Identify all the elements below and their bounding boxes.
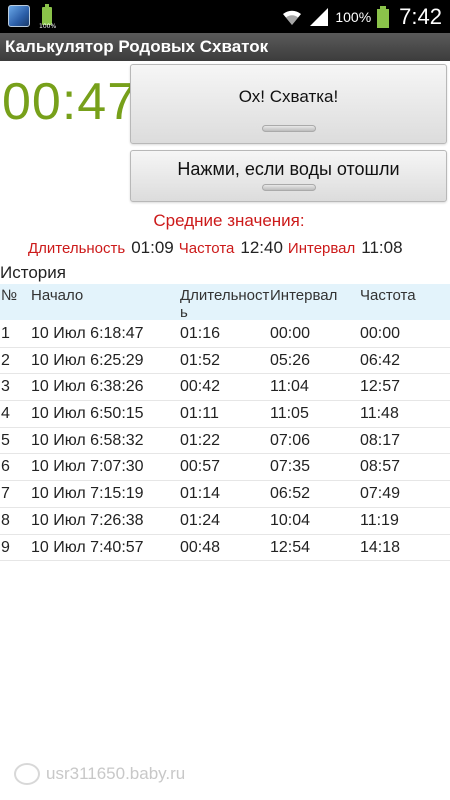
averages-row: Длительность 01:09 Частота 12:40 Интервал 11:… (28, 238, 408, 258)
row-number: 4 (1, 405, 10, 423)
row-start: 10 Июл 7:40:57 (31, 538, 144, 556)
row-frequency: 06:42 (360, 351, 401, 369)
row-frequency: 07:49 (360, 485, 401, 503)
row-start: 10 Июл 7:15:19 (31, 485, 144, 503)
row-frequency: 08:57 (360, 458, 401, 476)
row-number: 9 (1, 538, 10, 556)
signal-icon (310, 7, 329, 26)
battery-notification-label: 100% (39, 23, 57, 30)
row-duration: 01:52 (180, 351, 221, 369)
avg-interval-label: Интервал (287, 240, 356, 257)
watermark: usr311650.baby.ru (14, 763, 185, 785)
table-row[interactable]: 2 10 Июл 6:25:29 01:52 05:26 06:42 (0, 348, 450, 375)
column-header-number: № (1, 287, 18, 304)
table-row[interactable]: 8 10 Июл 7:26:38 01:24 10:04 11:19 (0, 508, 450, 535)
row-interval: 12:54 (270, 538, 311, 556)
averages-title: Средние значения: (153, 211, 305, 230)
table-row[interactable]: 7 10 Июл 7:15:19 01:14 06:52 07:49 (0, 481, 450, 508)
row-duration: 00:48 (180, 538, 221, 556)
row-frequency: 08:17 (360, 431, 401, 449)
row-number: 3 (1, 378, 10, 396)
row-start: 10 Июл 7:26:38 (31, 511, 144, 529)
contraction-timer: 00:47 (2, 73, 138, 131)
column-header-duration: Длительность (180, 287, 270, 321)
status-right: 100% 7:42 (281, 0, 442, 33)
avg-frequency-value: 12:40 (240, 238, 283, 257)
column-header-frequency: Частота (360, 287, 416, 304)
contraction-button-label: Ох! Схватка! (238, 87, 339, 106)
app-title-bar: Калькулятор Родовых Схваток (0, 33, 450, 61)
table-row[interactable]: 9 10 Июл 7:40:57 00:48 12:54 14:18 (0, 535, 450, 562)
row-interval: 11:04 (270, 378, 309, 396)
row-interval: 07:35 (270, 458, 311, 476)
row-interval: 05:26 (270, 351, 311, 369)
app-title: Калькулятор Родовых Схваток (5, 37, 269, 56)
table-row[interactable]: 4 10 Июл 6:50:15 01:11 11:05 11:48 (0, 401, 450, 428)
table-row[interactable]: 1 10 Июл 6:18:47 01:16 00:00 00:00 (0, 321, 450, 348)
avg-interval-value: 11:08 (361, 238, 403, 257)
row-frequency: 11:48 (360, 405, 399, 423)
row-duration: 01:24 (180, 511, 221, 529)
table-row[interactable]: 3 10 Июл 6:38:26 00:42 11:04 12:57 (0, 374, 450, 402)
row-interval: 11:05 (270, 405, 309, 423)
battery-notification-icon: 100% (39, 4, 57, 30)
avg-duration-label: Длительность (28, 240, 126, 257)
row-duration: 01:11 (180, 405, 219, 423)
row-duration: 00:42 (180, 378, 221, 396)
row-interval: 06:52 (270, 485, 311, 503)
table-row[interactable]: 5 10 Июл 6:58:32 01:22 07:06 08:17 (0, 428, 450, 455)
row-start: 10 Июл 6:38:26 (31, 378, 144, 396)
row-frequency: 00:00 (360, 325, 401, 342)
row-duration: 01:22 (180, 431, 221, 449)
waters-broke-button-indicator (261, 184, 316, 191)
row-start: 10 Июл 7:07:30 (31, 458, 144, 476)
row-number: 1 (1, 325, 10, 342)
table-row[interactable]: 6 10 Июл 7:07:30 00:57 07:35 08:57 (0, 454, 450, 482)
row-interval: 10:04 (270, 511, 311, 529)
clock: 7:42 (399, 3, 442, 29)
contraction-button[interactable]: Ох! Схватка! (130, 64, 447, 144)
contraction-button-indicator (261, 125, 316, 132)
row-number: 2 (1, 351, 10, 369)
wifi-icon (283, 10, 302, 25)
battery-icon (377, 5, 390, 28)
history-title: История (0, 263, 66, 282)
row-frequency: 14:18 (360, 538, 401, 556)
row-interval: 07:06 (270, 431, 311, 449)
avg-frequency-label: Частота (178, 240, 235, 257)
watermark-text: usr311650.baby.ru (46, 764, 186, 783)
waters-broke-button-label: Нажми, если воды отошли (177, 159, 400, 179)
battery-percent: 100% (335, 8, 372, 25)
row-duration: 01:14 (180, 485, 221, 503)
history-table-body: 1 10 Июл 6:18:47 01:16 00:00 00:00 2 10 Июл 6… (0, 321, 450, 562)
row-duration: 00:57 (180, 458, 221, 476)
row-duration: 01:16 (180, 325, 221, 342)
column-header-start: Начало (31, 287, 84, 304)
app-notification-icon (8, 5, 30, 27)
row-frequency: 12:57 (360, 378, 401, 396)
watermark-logo-icon (14, 763, 40, 785)
row-start: 10 Июл 6:58:32 (31, 431, 144, 449)
status-bar: 100% 100% 7:42 (0, 0, 450, 33)
row-interval: 00:00 (270, 325, 311, 342)
row-number: 5 (1, 431, 10, 449)
history-table-header: № Начало Длительность Интервал Частота (0, 284, 450, 321)
status-left: 100% (8, 4, 57, 30)
row-start: 10 Июл 6:18:47 (31, 325, 144, 342)
row-number: 6 (1, 458, 10, 476)
waters-broke-button[interactable]: Нажми, если воды отошли (130, 150, 447, 202)
column-header-interval: Интервал (270, 287, 338, 304)
row-frequency: 11:19 (360, 511, 399, 529)
row-number: 8 (1, 511, 10, 529)
row-start: 10 Июл 6:50:15 (31, 405, 144, 423)
row-number: 7 (1, 485, 10, 503)
row-start: 10 Июл 6:25:29 (31, 351, 144, 369)
avg-duration-value: 01:09 (131, 238, 174, 257)
